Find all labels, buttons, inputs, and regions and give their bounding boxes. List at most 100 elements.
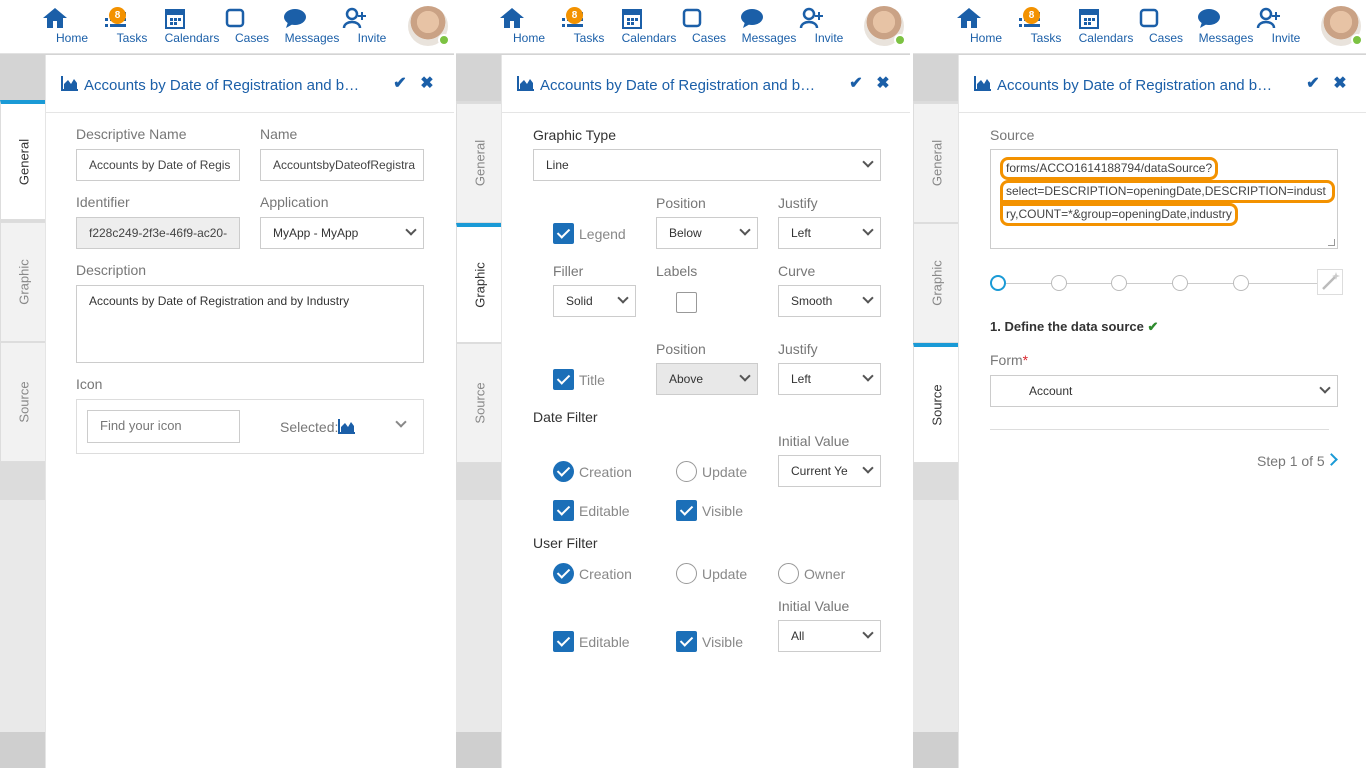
tab-graphic[interactable]: Graphic: [456, 223, 502, 343]
source-panel: Home 8 Tasks Calendars Cases Messages In…: [913, 0, 1366, 768]
graphic-type-select[interactable]: Line: [533, 149, 881, 181]
tab-graphic[interactable]: Graphic: [913, 223, 959, 343]
user-update-radio[interactable]: [676, 563, 697, 584]
source-textarea[interactable]: forms/ACCO1614188794/dataSource? select=…: [990, 149, 1338, 249]
descriptive-name-input[interactable]: Accounts by Date of Regis: [76, 149, 240, 181]
resize-handle-icon[interactable]: [1328, 239, 1335, 246]
user-creation-radio[interactable]: [553, 563, 574, 584]
tab-graphic[interactable]: Graphic: [0, 222, 46, 342]
labels-checkbox[interactable]: [676, 292, 697, 313]
name-label: Name: [260, 126, 298, 142]
nav-cases[interactable]: Cases: [1136, 6, 1196, 50]
user-initial-value-select[interactable]: All: [778, 620, 881, 652]
nav-invite[interactable]: Invite: [799, 6, 859, 50]
confirm-check-icon[interactable]: ✔: [847, 73, 865, 93]
cases-icon: [1139, 8, 1159, 28]
wizard-step-4[interactable]: [1172, 275, 1188, 291]
nav-home[interactable]: Home: [956, 6, 1016, 50]
wizard-step-5[interactable]: [1233, 275, 1249, 291]
nav-tasks[interactable]: 8 Tasks: [1016, 6, 1076, 50]
nav-home[interactable]: Home: [499, 6, 559, 50]
description-label: Description: [76, 262, 147, 278]
step-title: 1. Define the data source ✔: [990, 319, 1159, 334]
name-input[interactable]: AccountsbyDateofRegistra: [260, 149, 424, 181]
labels-label: Labels: [656, 263, 698, 279]
icon-search-input[interactable]: Find your icon: [87, 410, 240, 443]
application-select[interactable]: MyApp - MyApp: [260, 217, 424, 249]
wizard-step-3[interactable]: [1111, 275, 1127, 291]
home-icon: [500, 8, 524, 28]
cases-icon: [682, 8, 702, 28]
close-icon[interactable]: ✖: [418, 73, 436, 93]
nav-invite[interactable]: Invite: [342, 6, 402, 50]
tasks-badge: 8: [109, 7, 126, 24]
tab-general[interactable]: General: [913, 103, 959, 223]
home-icon: [43, 8, 67, 28]
avatar[interactable]: [1321, 6, 1363, 46]
nav-calendars[interactable]: Calendars: [619, 6, 679, 50]
legend-justify-select[interactable]: Left: [778, 217, 881, 249]
nav-calendars[interactable]: Calendars: [162, 6, 222, 50]
curve-select[interactable]: Smooth: [778, 285, 881, 317]
nav-tasks[interactable]: 8 Tasks: [102, 6, 162, 50]
avatar[interactable]: [408, 6, 450, 46]
description-textarea[interactable]: Accounts by Date of Registration and by …: [76, 285, 424, 363]
nav-tasks[interactable]: 8 Tasks: [559, 6, 619, 50]
nav-calendars[interactable]: Calendars: [1076, 6, 1136, 50]
tab-source[interactable]: Source: [913, 343, 959, 463]
step-complete-check-icon: ✔: [1147, 319, 1159, 334]
legend-justify-label: Justify: [778, 195, 818, 211]
panel-header: Accounts by Date of Registration and b… …: [46, 55, 454, 113]
chevron-down-icon: [739, 370, 751, 382]
title-checkbox[interactable]: [553, 369, 574, 390]
nav-messages[interactable]: Messages: [1196, 6, 1256, 50]
confirm-check-icon[interactable]: ✔: [391, 73, 409, 93]
title-position-select: Above: [656, 363, 758, 395]
top-navigation: Home 8 Tasks Calendars Cases Messages In…: [456, 0, 910, 54]
area-chart-icon: [338, 419, 355, 434]
date-initial-value-select[interactable]: Current Ye: [778, 455, 881, 487]
calendar-icon: [1079, 9, 1099, 29]
nav-home[interactable]: Home: [42, 6, 102, 50]
panel-header: Accounts by Date of Registration and b… …: [959, 55, 1366, 113]
tab-source[interactable]: Source: [456, 343, 502, 463]
form-select[interactable]: Account: [990, 375, 1338, 407]
date-editable-checkbox[interactable]: [553, 500, 574, 521]
title-justify-select[interactable]: Left: [778, 363, 881, 395]
date-visible-checkbox[interactable]: [676, 500, 697, 521]
next-step-chevron-icon[interactable]: [1325, 453, 1338, 466]
tab-general[interactable]: General: [456, 103, 502, 223]
filler-select[interactable]: Solid: [553, 285, 636, 317]
user-owner-radio[interactable]: [778, 563, 799, 584]
close-icon[interactable]: ✖: [1331, 73, 1349, 93]
avatar[interactable]: [864, 6, 906, 46]
nav-cases[interactable]: Cases: [679, 6, 739, 50]
nav-messages[interactable]: Messages: [282, 6, 342, 50]
wizard-step-2[interactable]: [1051, 275, 1067, 291]
wizard-step-1[interactable]: [990, 275, 1006, 291]
nav-invite[interactable]: Invite: [1256, 6, 1316, 50]
user-visible-checkbox[interactable]: [676, 631, 697, 652]
panel-title: Accounts by Date of Registration and b…: [540, 77, 816, 94]
legend-checkbox[interactable]: [553, 223, 574, 244]
legend-label: Legend: [579, 226, 626, 242]
user-editable-checkbox[interactable]: [553, 631, 574, 652]
tab-general[interactable]: General: [0, 100, 46, 220]
nav-cases[interactable]: Cases: [222, 6, 282, 50]
close-icon[interactable]: ✖: [874, 73, 892, 93]
graphic-sheet: Accounts by Date of Registration and b… …: [501, 55, 910, 768]
magic-wand-icon[interactable]: [1317, 269, 1343, 295]
legend-position-select[interactable]: Below: [656, 217, 758, 249]
tab-source[interactable]: Source: [0, 342, 46, 462]
date-update-radio[interactable]: [676, 461, 697, 482]
home-icon: [957, 8, 981, 28]
date-creation-radio[interactable]: [553, 461, 574, 482]
user-creation-label: Creation: [579, 566, 632, 582]
panel-header: Accounts by Date of Registration and b… …: [502, 55, 910, 113]
nav-messages[interactable]: Messages: [739, 6, 799, 50]
user-initial-value-label: Initial Value: [778, 598, 850, 614]
filler-label: Filler: [553, 263, 584, 279]
messages-icon: [1198, 9, 1220, 28]
confirm-check-icon[interactable]: ✔: [1304, 73, 1322, 93]
chevron-down-icon[interactable]: [395, 416, 407, 428]
